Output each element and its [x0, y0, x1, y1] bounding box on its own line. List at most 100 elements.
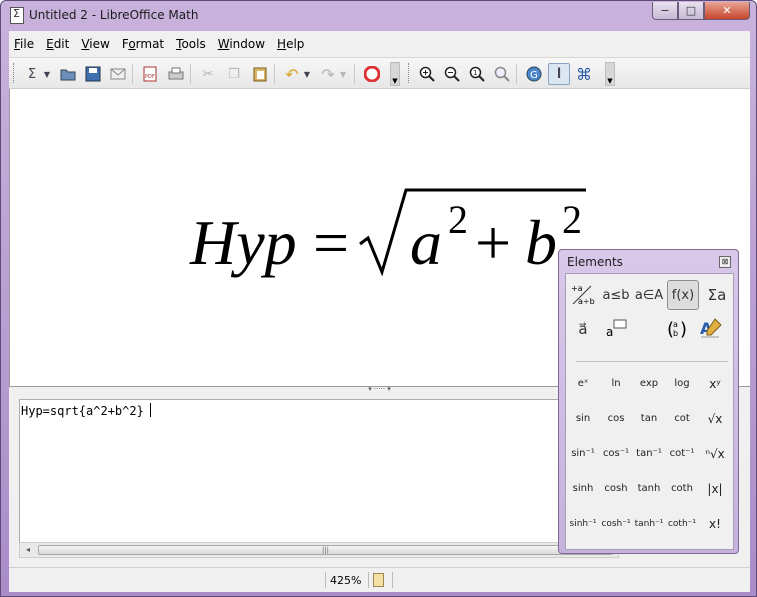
svg-text:): )	[680, 319, 687, 340]
close-button[interactable]: ✕	[704, 2, 750, 20]
relations-icon[interactable]: a≤b	[601, 280, 631, 310]
scroll-left-icon[interactable]: ◂	[22, 545, 34, 555]
undo-icon[interactable]: ↶	[281, 63, 303, 85]
cut-icon[interactable]: ✂	[197, 63, 219, 85]
menu-window[interactable]: Window	[218, 37, 265, 51]
set-operations-icon[interactable]: a∈A	[634, 280, 664, 310]
update-icon[interactable]: G	[523, 63, 545, 85]
menu-bar: File Edit View Format Tools Window Help	[9, 31, 750, 58]
libreoffice-math-icon	[10, 7, 24, 24]
function-item[interactable]: exp	[633, 373, 665, 395]
menu-format[interactable]: Format	[122, 37, 164, 51]
function-item[interactable]: log	[666, 373, 698, 395]
zoom-in-icon[interactable]	[416, 63, 438, 85]
menu-file[interactable]: File	[14, 37, 34, 51]
function-item[interactable]: sin⁻¹	[567, 443, 599, 465]
function-item[interactable]: x!	[699, 513, 731, 535]
functions-icon[interactable]: f(x)	[667, 280, 699, 310]
open-icon[interactable]	[57, 63, 79, 85]
toolbar-grip[interactable]	[13, 63, 16, 83]
menu-view[interactable]: View	[81, 37, 109, 51]
function-item[interactable]: tan	[633, 408, 665, 430]
formula-exponent-b: 2	[562, 197, 582, 242]
maximize-button[interactable]: □	[678, 2, 704, 20]
email-icon[interactable]	[107, 63, 129, 85]
elements-divider	[576, 361, 728, 362]
function-item[interactable]: coth	[666, 478, 698, 500]
function-item[interactable]: cosh	[600, 478, 632, 500]
show-all-icon[interactable]	[491, 63, 513, 85]
function-item[interactable]: sinh	[567, 478, 599, 500]
menu-tools[interactable]: Tools	[176, 37, 206, 51]
symbols-icon[interactable]: ⌘	[573, 63, 595, 85]
brackets-icon[interactable]: (a b)	[662, 314, 692, 344]
status-bar: 425%	[9, 567, 750, 592]
paste-icon[interactable]	[249, 63, 271, 85]
function-item[interactable]: eˣ	[567, 373, 599, 395]
svg-text:a: a	[673, 320, 678, 329]
status-separator	[325, 572, 326, 588]
redo-icon[interactable]: ↷	[317, 63, 339, 85]
others-icon[interactable]: a	[601, 314, 631, 344]
close-icon[interactable]: ⊠	[719, 256, 731, 268]
unary-binary-operators-icon[interactable]: +a a÷b	[568, 280, 598, 310]
toolbar-separator	[190, 64, 191, 84]
zoom-100-icon[interactable]: 1	[466, 63, 488, 85]
toolbar-separator	[274, 64, 275, 84]
svg-text:a: a	[606, 325, 613, 339]
new-formula-icon[interactable]: Σ	[21, 63, 43, 85]
redo-dropdown-icon[interactable]: ▼	[338, 63, 348, 85]
elements-content: +a a÷b a≤b a∈A f(x) Σa a⃗ a (a b) A eˣ ln …	[565, 273, 734, 550]
copy-icon[interactable]: ❐	[223, 63, 245, 85]
help-icon[interactable]	[361, 63, 383, 85]
elements-panel: Elements ⊠ +a a÷b a≤b a∈A f(x) Σa a⃗ a (a…	[558, 249, 739, 554]
formula-plus: +	[475, 207, 512, 278]
elements-title: Elements	[567, 255, 623, 269]
undo-dropdown-icon[interactable]: ▼	[302, 63, 312, 85]
function-item[interactable]: √x	[699, 408, 731, 430]
formats-icon[interactable]: A	[695, 314, 725, 344]
save-icon[interactable]	[82, 63, 104, 85]
function-item[interactable]: ⁿ√x	[699, 443, 731, 465]
formula-cursor-icon[interactable]: 𝐈	[548, 63, 570, 85]
function-item[interactable]: sinh⁻¹	[567, 513, 599, 535]
formula-a: a	[410, 207, 442, 278]
zoom-level[interactable]: 425%	[330, 574, 361, 587]
new-dropdown-icon[interactable]: ▼	[42, 63, 52, 85]
operators-icon[interactable]: Σa	[702, 280, 732, 310]
function-item[interactable]: coth⁻¹	[666, 513, 698, 535]
title-bar[interactable]: Untitled 2 - LibreOffice Math − □ ✕	[1, 1, 756, 30]
commands-editor[interactable]: Hyp=sqrt{a^2+b^2}	[19, 399, 619, 548]
zoom-out-icon[interactable]	[441, 63, 463, 85]
function-item[interactable]: cot	[666, 408, 698, 430]
status-separator	[368, 572, 369, 588]
function-item[interactable]: tanh	[633, 478, 665, 500]
svg-text:1: 1	[473, 69, 477, 77]
toolbar-grip[interactable]	[408, 63, 411, 83]
function-item[interactable]: cos⁻¹	[600, 443, 632, 465]
function-item[interactable]: tan⁻¹	[633, 443, 665, 465]
export-pdf-icon[interactable]: PDF	[139, 63, 161, 85]
function-item[interactable]: tanh⁻¹	[633, 513, 665, 535]
text-cursor	[149, 403, 151, 417]
function-item[interactable]: ln	[600, 373, 632, 395]
function-item[interactable]: |x|	[699, 478, 731, 500]
function-item[interactable]: cot⁻¹	[666, 443, 698, 465]
document-modified-icon	[373, 573, 384, 587]
attributes-icon[interactable]: a⃗	[568, 314, 598, 344]
function-item[interactable]: cosh⁻¹	[600, 513, 632, 535]
menu-edit[interactable]: Edit	[46, 37, 69, 51]
toolbar-overflow-icon[interactable]: ▼	[605, 62, 615, 86]
standard-toolbar: Σ ▼ PDF ✂ ❐ ↶ ▼ ↷ ▼ ▼ 1 G 𝐈 ⌘ ▼	[9, 58, 750, 89]
function-item[interactable]: cos	[600, 408, 632, 430]
minimize-button[interactable]: −	[652, 2, 678, 20]
horizontal-scrollbar[interactable]: ◂ |||	[19, 542, 619, 558]
toolbar-separator	[354, 64, 355, 84]
svg-text:a÷b: a÷b	[578, 297, 595, 306]
toolbar-overflow-icon[interactable]: ▼	[390, 62, 400, 86]
scrollbar-thumb[interactable]: |||	[38, 545, 613, 555]
function-item[interactable]: sin	[567, 408, 599, 430]
menu-help[interactable]: Help	[277, 37, 304, 51]
function-item[interactable]: xʸ	[699, 373, 731, 395]
print-icon[interactable]	[165, 63, 187, 85]
